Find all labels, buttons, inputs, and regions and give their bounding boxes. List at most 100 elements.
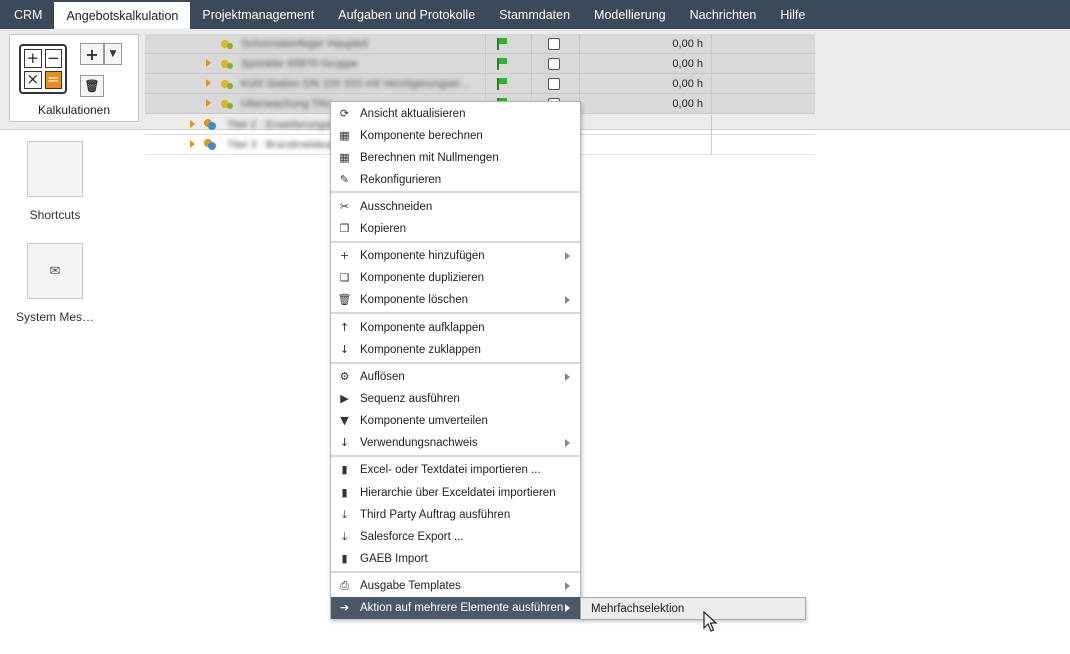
- menu-item-komponente-duplizieren[interactable]: ❏ Komponente duplizieren: [331, 267, 580, 289]
- expand-arrow-icon[interactable]: [206, 99, 211, 107]
- envelope-icon: ✉: [49, 263, 61, 278]
- menu-item-ausschneiden[interactable]: ✂ Ausschneiden: [331, 196, 580, 218]
- menu-item-gaeb-import[interactable]: ▮ GAEB Import: [331, 548, 580, 570]
- menu-separator: [331, 455, 580, 457]
- menu-item-salesforce-export[interactable]: ⤓ Salesforce Export ...: [331, 526, 580, 548]
- title-group-icon: [204, 139, 216, 150]
- submenu-arrow-icon: [565, 604, 570, 612]
- menu-item-komponente-hinzufuegen[interactable]: + Komponente hinzufügen: [331, 245, 580, 267]
- system-messages-tile[interactable]: ✉: [27, 243, 83, 299]
- top-navigation: CRM Angebotskalkulation Projektmanagemen…: [0, 0, 1070, 29]
- refresh-icon: ⟳: [339, 107, 350, 120]
- flag-icon: [497, 58, 507, 70]
- component-icon: [221, 40, 233, 49]
- submenu: Mehrfachselektion: [580, 597, 806, 620]
- file-icon: ▮: [341, 463, 348, 476]
- flag-icon: [497, 78, 507, 90]
- submenu-arrow-icon: [565, 373, 570, 381]
- submenu-arrow-icon: [565, 582, 570, 590]
- tab-crm[interactable]: CRM: [0, 0, 54, 29]
- component-icon: [221, 80, 233, 89]
- download-icon: ⤓: [342, 530, 347, 543]
- shortcuts-tile[interactable]: [27, 141, 83, 197]
- menu-item-komponente-umverteilen[interactable]: ▼ Komponente umverteilen: [331, 410, 580, 432]
- add-button[interactable]: +: [80, 43, 104, 65]
- row-label: Titel 3 : Brandmeldeanl: [227, 139, 340, 151]
- menu-item-komponente-berechnen[interactable]: ▦ Komponente berechnen: [331, 125, 580, 147]
- menu-item-mehrfachselektion[interactable]: Mehrfachselektion: [591, 603, 684, 615]
- file-icon: ▮: [341, 486, 348, 499]
- menu-item-sequenz-ausfuehren[interactable]: ▶ Sequenz ausführen: [331, 388, 580, 410]
- tree-row[interactable]: Sprinkler 65870 Gruppe 0,00 h: [145, 54, 815, 74]
- plus-icon: +: [339, 249, 350, 262]
- expand-arrow-icon[interactable]: [206, 59, 211, 67]
- row-hours: 0,00 h: [672, 98, 703, 110]
- download-icon: ⤓: [342, 508, 347, 521]
- row-checkbox[interactable]: [548, 58, 560, 70]
- filter-icon: ▼: [340, 414, 349, 427]
- kalkulationen-label: Kalkulationen: [37, 103, 111, 117]
- submenu-arrow-icon: [565, 252, 570, 260]
- menu-item-kopieren[interactable]: ❐ Kopieren: [331, 218, 580, 240]
- tab-nachrichten[interactable]: Nachrichten: [678, 0, 769, 29]
- menu-separator: [331, 241, 580, 243]
- menu-item-komponente-loeschen[interactable]: 🗑 Komponente löschen: [331, 289, 580, 311]
- row-hours: 0,00 h: [672, 58, 703, 70]
- duplicate-icon: ❏: [339, 271, 350, 284]
- calculator-icon[interactable]: + − × =: [19, 44, 67, 94]
- tab-modellierung[interactable]: Modellierung: [582, 0, 678, 29]
- row-checkbox[interactable]: [548, 78, 560, 90]
- submenu-arrow-icon: [565, 439, 570, 447]
- trash-icon[interactable]: 🗑: [80, 75, 104, 97]
- chevron-down-icon[interactable]: ▼: [104, 43, 122, 65]
- tab-hilfe[interactable]: Hilfe: [768, 0, 817, 29]
- tab-angebotskalkulation[interactable]: Angebotskalkulation: [54, 2, 191, 29]
- context-menu: ⟳ Ansicht aktualisieren ▦ Komponente ber…: [330, 101, 581, 619]
- arrow-down-icon: ↓: [339, 436, 350, 449]
- copy-icon: ❐: [339, 222, 350, 235]
- menu-item-ansicht-aktualisieren[interactable]: ⟳ Ansicht aktualisieren: [331, 103, 580, 125]
- title-group-icon: [204, 119, 216, 130]
- play-icon: ▶: [340, 392, 349, 405]
- submenu-arrow-icon: [565, 296, 570, 304]
- row-hours: 0,00 h: [672, 38, 703, 50]
- row-checkbox[interactable]: [548, 38, 560, 50]
- menu-item-third-party-auftrag[interactable]: ⤓ Third Party Auftrag ausführen: [331, 504, 580, 526]
- row-label: Sprinkler 65870 Gruppe: [241, 58, 358, 70]
- menu-item-komponente-aufklappen[interactable]: ↑ Komponente aufklappen: [331, 317, 580, 339]
- system-messages-label: System Mes…: [15, 310, 94, 324]
- component-icon: [221, 100, 233, 109]
- gear-icon: ⚙: [339, 370, 350, 383]
- sign-in-icon: ➔: [339, 601, 350, 614]
- file-icon: ▮: [341, 552, 348, 565]
- menu-item-excel-import[interactable]: ▮ Excel- oder Textdatei importieren ...: [331, 459, 580, 481]
- row-hours: 0,00 h: [672, 78, 703, 90]
- tree-row[interactable]: Schornsteinfeger Haupteil 0,00 h: [145, 34, 815, 54]
- menu-item-verwendungsnachweis[interactable]: ↓ Verwendungsnachweis: [331, 432, 580, 454]
- menu-item-rekonfigurieren[interactable]: ✎ Rekonfigurieren: [331, 169, 580, 191]
- tab-projektmanagement[interactable]: Projektmanagement: [190, 0, 326, 29]
- shortcuts-label: Shortcuts: [29, 208, 81, 222]
- menu-separator: [331, 362, 580, 364]
- scissors-icon: ✂: [339, 200, 350, 213]
- menu-item-hierarchie-import[interactable]: ▮ Hierarchie über Exceldatei importieren: [331, 482, 580, 504]
- magic-wand-icon: ✎: [339, 173, 350, 186]
- component-icon: [221, 60, 233, 69]
- trash-icon: 🗑: [337, 293, 352, 306]
- menu-item-aufloesen[interactable]: ⚙ Auflösen: [331, 366, 580, 388]
- row-label: Schornsteinfeger Haupteil: [241, 38, 368, 50]
- print-icon: ⎙: [340, 579, 349, 592]
- menu-item-ausgabe-templates[interactable]: ⎙ Ausgabe Templates: [331, 575, 580, 597]
- menu-item-komponente-zuklappen[interactable]: ↓ Komponente zuklappen: [331, 339, 580, 361]
- menu-item-berechnen-mit-nullmengen[interactable]: ▦ Berechnen mit Nullmengen: [331, 147, 580, 169]
- tab-aufgaben-und-protokolle[interactable]: Aufgaben und Protokolle: [326, 0, 487, 29]
- calculator-icon: ▦: [339, 129, 350, 142]
- expand-icon: ↑: [339, 321, 350, 334]
- tree-row[interactable]: Kühl Station DN 100 333 mit Verzögerungs…: [145, 74, 815, 94]
- menu-separator: [331, 312, 580, 314]
- expand-arrow-icon[interactable]: [206, 79, 211, 87]
- tab-stammdaten[interactable]: Stammdaten: [487, 0, 582, 29]
- menu-item-aktion-mehrere-elemente[interactable]: ➔ Aktion auf mehrere Elemente ausführen: [331, 597, 580, 619]
- expand-arrow-icon[interactable]: [190, 140, 195, 148]
- expand-arrow-icon[interactable]: [190, 120, 195, 128]
